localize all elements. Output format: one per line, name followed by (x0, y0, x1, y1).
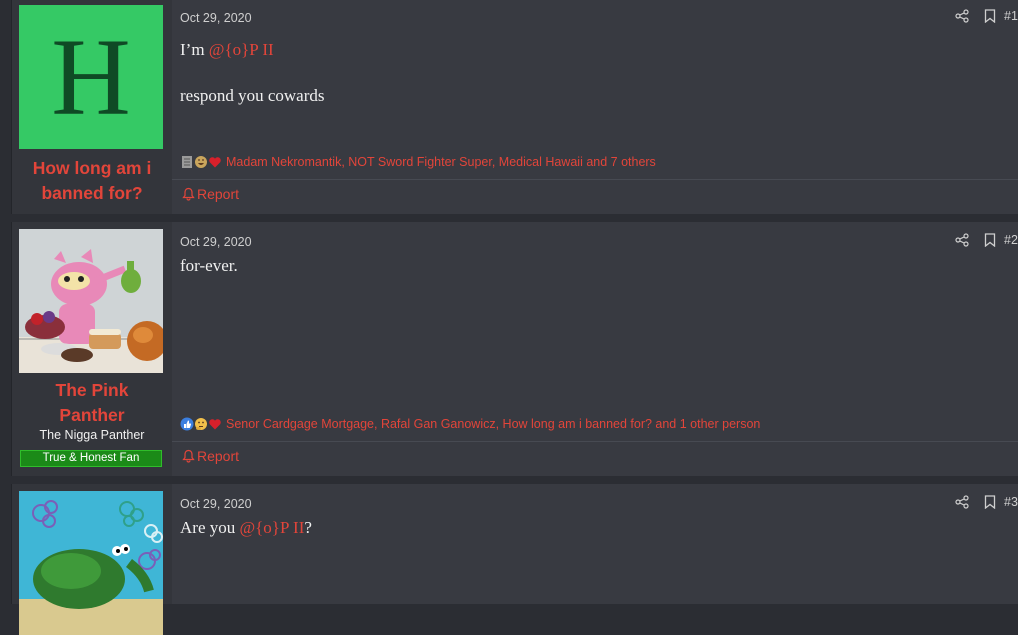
share-icon[interactable] (948, 228, 976, 252)
message-text: ? (304, 518, 312, 537)
post-main: Oct 29, 2020 #1 I’m @{o}P II respond you… (172, 0, 1018, 214)
thumbs-up-icon (180, 417, 194, 431)
message-body: for-ever. (180, 254, 998, 300)
message-line: Are you @{o}P II? (180, 516, 998, 539)
report-button[interactable]: Report (182, 184, 239, 204)
thinking-icon (194, 417, 208, 431)
post-actions: #1 (948, 4, 1018, 28)
user-banner: True & Honest Fan (20, 450, 162, 467)
reaction-icons (180, 417, 222, 431)
cartoon-avatar-image (19, 491, 163, 635)
user-cell: H How long am i banned for? (12, 0, 172, 214)
message-line: respond you cowards (180, 86, 325, 105)
message-line: I’m @{o}P II (180, 38, 998, 61)
cartoon-avatar-image (19, 229, 163, 373)
message-body: Are you @{o}P II? (180, 516, 998, 562)
user-cell: The Pink Panther The Nigga Panther True … (12, 222, 172, 476)
report-label: Report (197, 448, 240, 464)
user-mention[interactable]: @{o}P II (239, 518, 304, 537)
heart-icon (208, 155, 222, 169)
bookmark-icon[interactable] (976, 490, 1004, 514)
user-mention[interactable]: @{o}P II (209, 40, 274, 59)
divider (172, 179, 1018, 180)
reactions-bar[interactable]: Madam Nekromantik, NOT Sword Fighter Sup… (180, 153, 656, 171)
avatar-letter: H (19, 5, 163, 149)
post-number[interactable]: #3 (1004, 495, 1018, 509)
avatar[interactable] (19, 229, 163, 373)
reactions-users[interactable]: Madam Nekromantik, NOT Sword Fighter Sup… (226, 155, 656, 169)
username-line: Panther (59, 405, 125, 425)
message-text: I’m (180, 40, 209, 59)
post-number[interactable]: #1 (1004, 9, 1018, 23)
divider (172, 441, 1018, 442)
message-line: for-ever. (180, 256, 238, 275)
bookmark-icon[interactable] (976, 228, 1004, 252)
post-actions: #2 (948, 228, 1018, 252)
share-icon[interactable] (948, 490, 976, 514)
report-button[interactable]: Report (182, 446, 239, 466)
username-link[interactable]: How long am i banned for? (12, 156, 172, 206)
post-main: Oct 29, 2020 #2 for-ever. Senor Cardgage… (172, 222, 1018, 476)
username-line: How long am i (32, 158, 152, 178)
post-2: The Pink Panther The Nigga Panther True … (11, 222, 1018, 476)
share-icon[interactable] (948, 4, 976, 28)
post-date[interactable]: Oct 29, 2020 (180, 11, 252, 25)
post-number[interactable]: #2 (1004, 233, 1018, 247)
avatar[interactable]: H (19, 5, 163, 149)
post-main: Oct 29, 2020 #3 Are you @{o}P II? (172, 484, 1018, 604)
receipt-icon (180, 155, 194, 169)
reaction-icons (180, 155, 222, 169)
report-label: Report (197, 186, 240, 202)
username-line: The Pink (55, 380, 129, 400)
user-cell (12, 484, 172, 635)
post-date[interactable]: Oct 29, 2020 (180, 497, 252, 511)
heart-icon (208, 417, 222, 431)
post-3: Oct 29, 2020 #3 Are you @{o}P II? (11, 484, 1018, 635)
post-1: H How long am i banned for? Oct 29, 2020… (11, 0, 1018, 214)
post-actions: #3 (948, 490, 1018, 514)
user-title: The Nigga Panther (39, 428, 145, 442)
message-body: I’m @{o}P II respond you cowards (180, 38, 998, 130)
laugh-icon (194, 155, 208, 169)
avatar[interactable] (19, 491, 163, 635)
post-date[interactable]: Oct 29, 2020 (180, 235, 252, 249)
reactions-users[interactable]: Senor Cardgage Mortgage, Rafal Gan Ganow… (226, 417, 760, 431)
username-link[interactable]: The Pink Panther (12, 378, 172, 428)
bell-icon (182, 187, 195, 201)
bell-icon (182, 449, 195, 463)
username-line: banned for? (41, 183, 143, 203)
bookmark-icon[interactable] (976, 4, 1004, 28)
reactions-bar[interactable]: Senor Cardgage Mortgage, Rafal Gan Ganow… (180, 415, 760, 433)
message-text: Are you (180, 518, 240, 537)
